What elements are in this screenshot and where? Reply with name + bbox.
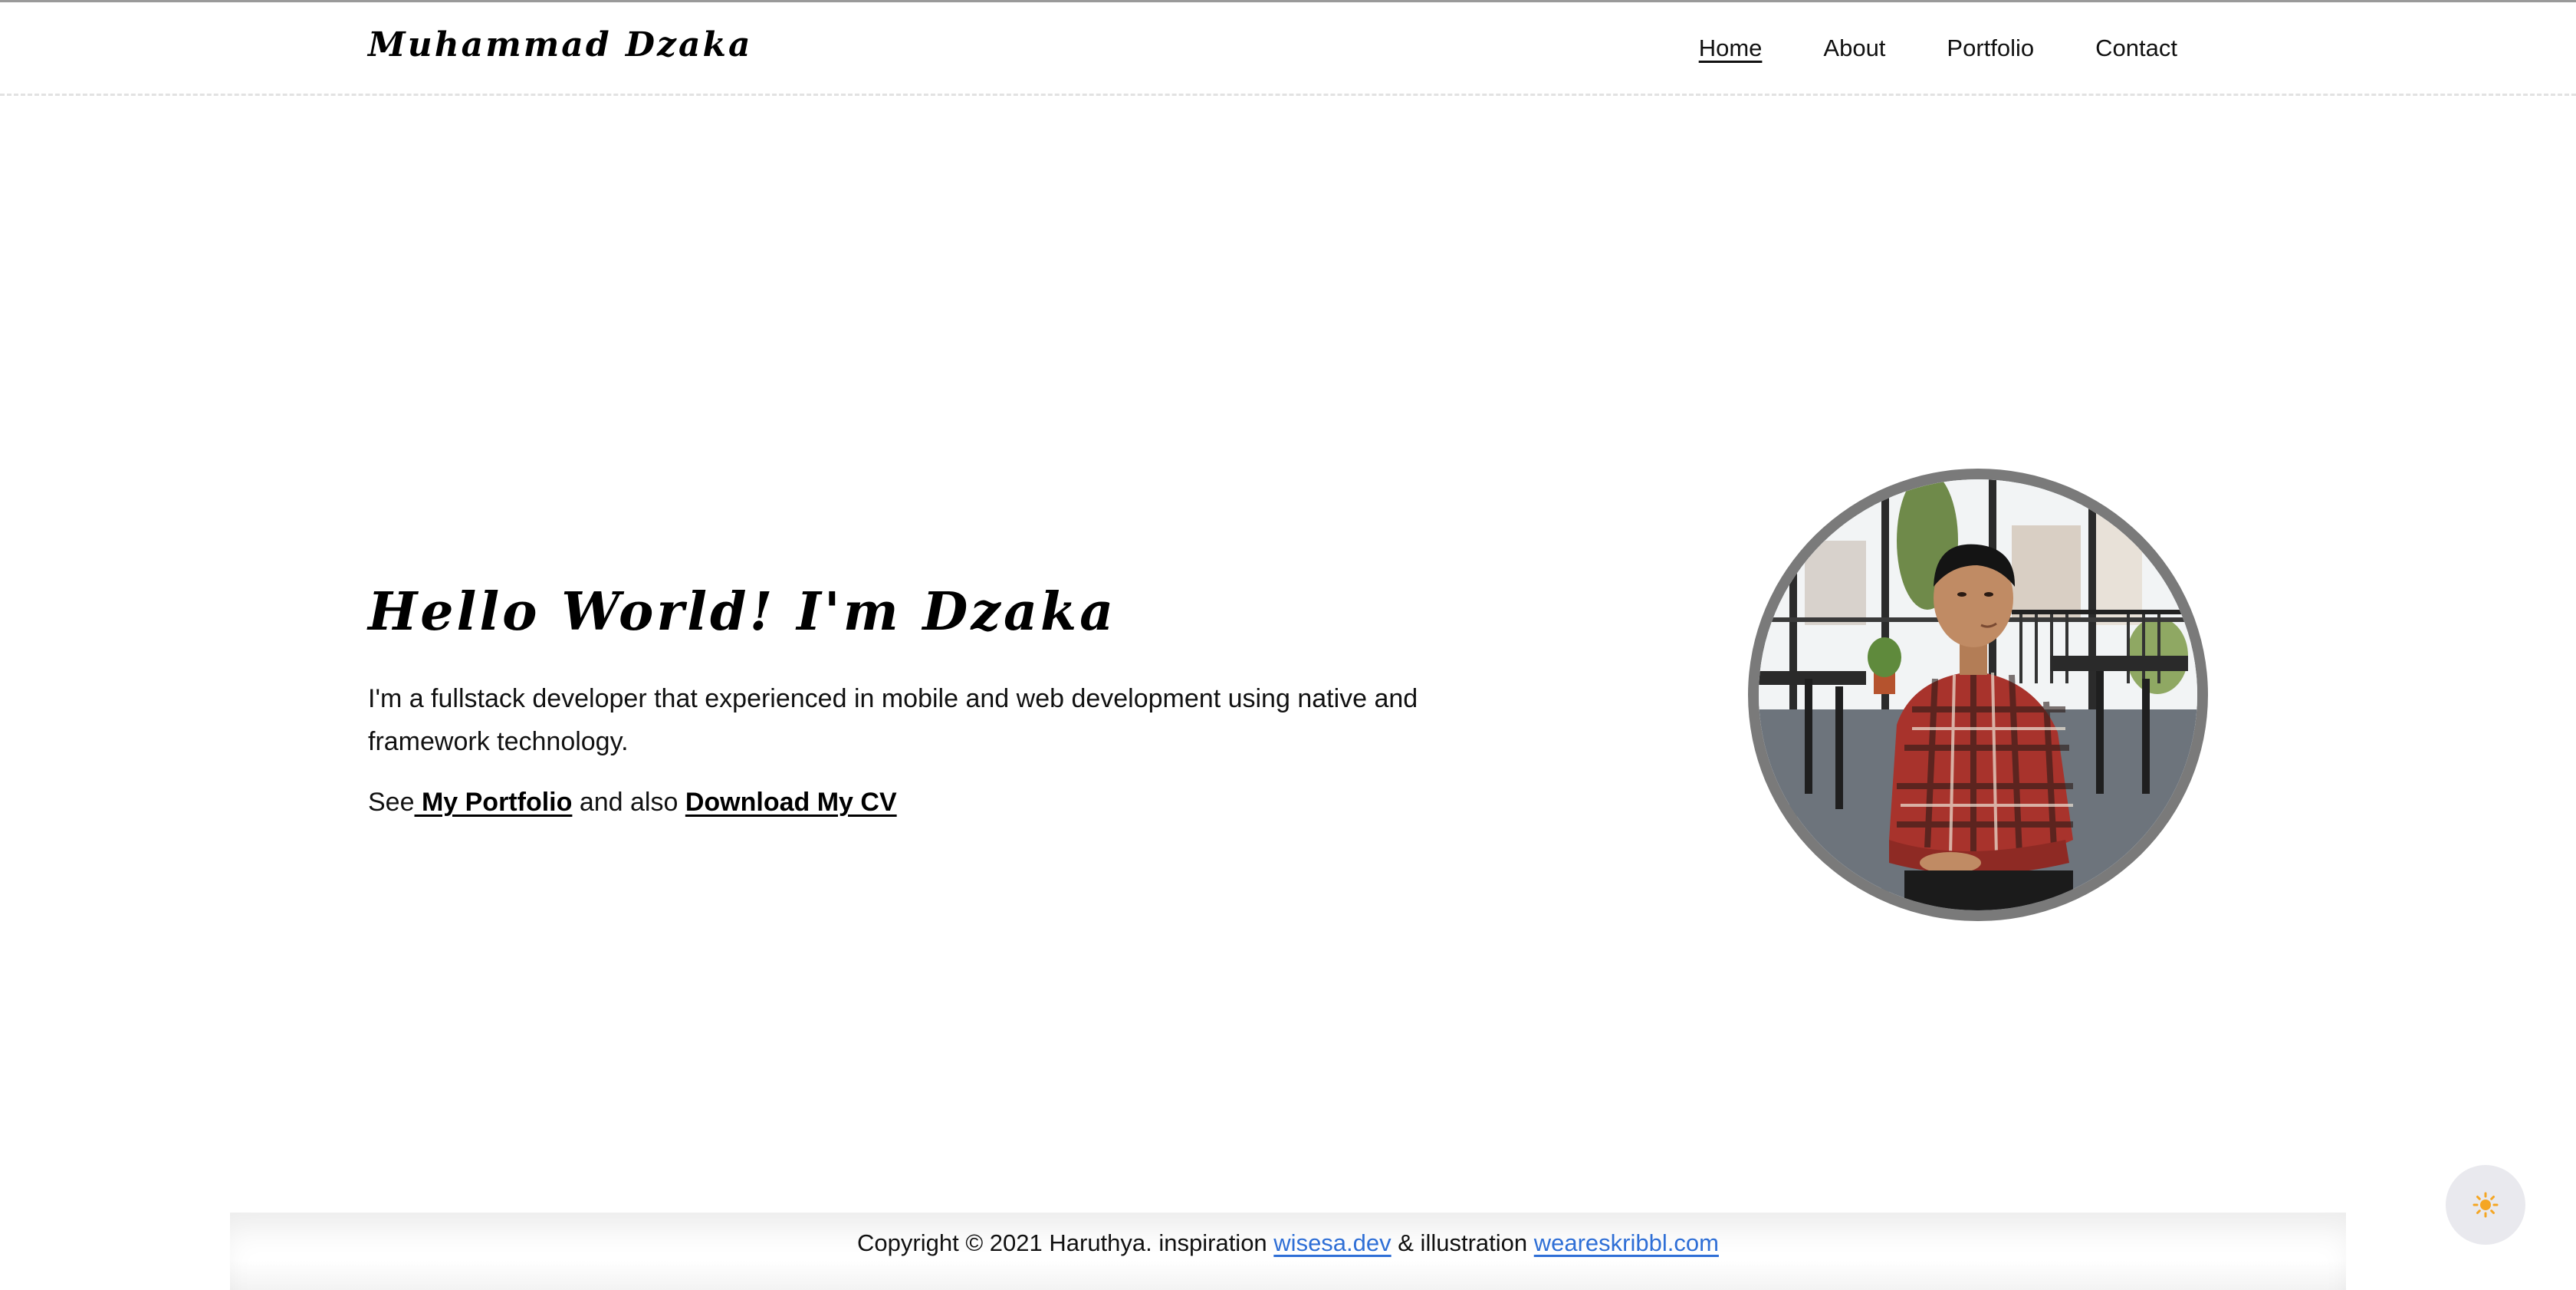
hero-links-prefix: See [368, 788, 415, 817]
theme-toggle-button[interactable] [2446, 1165, 2525, 1245]
hero-description: I'm a fullstack developer that experienc… [368, 684, 1418, 756]
nav-link-home[interactable]: Home [1699, 35, 1763, 62]
main-nav: Home About Portfolio Contact [1699, 35, 2177, 62]
nav-link-portfolio[interactable]: Portfolio [1947, 35, 2034, 62]
footer-middle: & illustration [1391, 1229, 1534, 1256]
profile-photo [1748, 469, 2208, 921]
site-header: Muhammad Dzaka Home About Portfolio Cont… [0, 2, 2576, 96]
footer-link-wisesa[interactable]: wisesa.dev [1273, 1229, 1391, 1256]
page: Muhammad Dzaka Home About Portfolio Cont… [0, 0, 2576, 1290]
site-brand[interactable]: Muhammad Dzaka [368, 25, 753, 64]
hero-links: See My Portfolio and also Download My CV [368, 788, 897, 818]
site-footer: Copyright © 2021 Haruthya. inspiration w… [230, 1213, 2346, 1290]
nav-link-contact[interactable]: Contact [2095, 35, 2177, 62]
profile-photo-illustration [1759, 479, 2197, 910]
hero-title: Hello World! I'm Dzaka [368, 581, 1117, 643]
footer-link-weareskribbl[interactable]: weareskribbl.com [1534, 1229, 1719, 1256]
portfolio-link[interactable]: My Portfolio [415, 788, 572, 817]
sun-icon [2472, 1192, 2499, 1218]
hero-links-middle: and also [572, 788, 685, 817]
download-cv-link[interactable]: Download My CV [685, 788, 897, 817]
footer-text: Copyright © 2021 Haruthya. inspiration w… [230, 1229, 2346, 1257]
footer-copyright: Copyright © 2021 Haruthya. inspiration [857, 1229, 1274, 1256]
nav-link-about[interactable]: About [1823, 35, 1885, 62]
